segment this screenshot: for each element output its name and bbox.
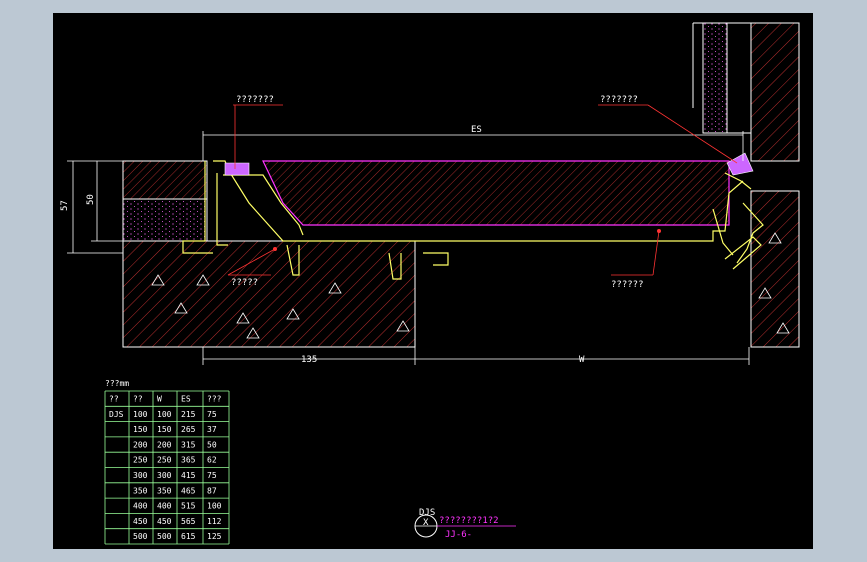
table-header-cell: ?? xyxy=(109,395,119,404)
table-cell: 400 xyxy=(133,502,148,511)
table-cell: 112 xyxy=(207,517,222,526)
dim-w-label: W xyxy=(579,355,585,365)
table-cell: 465 xyxy=(181,486,196,495)
title-sheet: JJ-6- xyxy=(445,530,472,540)
table-caption: ???mm xyxy=(105,379,129,388)
callout-bottom-left: ????? xyxy=(231,278,258,288)
title-text: ????????1?2 xyxy=(439,516,499,526)
table-cell: 265 xyxy=(181,425,196,434)
title-code: DJS xyxy=(419,508,435,518)
table-cell: 450 xyxy=(157,517,172,526)
table-cell: 62 xyxy=(207,456,217,465)
concrete-slab-left xyxy=(122,240,416,348)
callout-top-right: ??????? xyxy=(600,95,638,105)
table-cell: 500 xyxy=(157,532,172,541)
callout-bottom-right: ?????? xyxy=(611,280,644,290)
cad-drawing: ES 57 50 135 W ??????? ??????? ????? ???… xyxy=(60,22,800,545)
table-cell: 350 xyxy=(133,486,148,495)
table-cell: 315 xyxy=(181,440,196,449)
table-cell: 75 xyxy=(207,410,217,419)
table-cell: 50 xyxy=(207,440,217,449)
cover-plate xyxy=(262,160,730,226)
table-cell: DJS xyxy=(109,410,124,419)
table-cell: 215 xyxy=(181,410,196,419)
dim-57-label: 57 xyxy=(60,200,70,211)
table-cell: 87 xyxy=(207,486,217,495)
table-cell: 365 xyxy=(181,456,196,465)
table-cell: 400 xyxy=(157,502,172,511)
table-cell: 615 xyxy=(181,532,196,541)
dim-es-label: ES xyxy=(471,125,482,135)
dim-135-label: 135 xyxy=(301,355,317,365)
table-cell: 150 xyxy=(133,425,148,434)
title-mark: X xyxy=(423,518,429,528)
table-cell: 515 xyxy=(181,502,196,511)
table-cell: 125 xyxy=(207,532,222,541)
table-cell: 150 xyxy=(157,425,172,434)
table-header-cell: ?? xyxy=(133,395,143,404)
dim-50-label: 50 xyxy=(86,194,96,205)
table-cell: 75 xyxy=(207,471,217,480)
table-header-cell: ??? xyxy=(207,395,222,404)
table-cell: 415 xyxy=(181,471,196,480)
table-cell: 100 xyxy=(157,410,172,419)
title-block: DJS ????????1?2 JJ-6- X xyxy=(414,508,516,540)
table-cell: 100 xyxy=(207,502,222,511)
table-cell: 250 xyxy=(133,456,148,465)
table-cell: 100 xyxy=(133,410,148,419)
table-cell: 450 xyxy=(133,517,148,526)
table-cell: 565 xyxy=(181,517,196,526)
table-cell: 200 xyxy=(157,440,172,449)
table-cell: 350 xyxy=(157,486,172,495)
table-cell: 200 xyxy=(133,440,148,449)
table-header-cell: W xyxy=(157,395,162,404)
callout-top-left: ??????? xyxy=(236,95,274,105)
drawing-canvas: ES 57 50 135 W ??????? ??????? ????? ???… xyxy=(53,13,813,549)
table-cell: 37 xyxy=(207,425,217,434)
table-cell: 300 xyxy=(133,471,148,480)
table-cell: 500 xyxy=(133,532,148,541)
table-cell: 300 xyxy=(157,471,172,480)
size-table: ???? W ES ??? DJS 100 100 215 75 150 150 265 37 200 20… xyxy=(104,390,230,545)
table-cell: 250 xyxy=(157,456,172,465)
table-header-cell: ES xyxy=(181,395,191,404)
floor-finish-left xyxy=(122,160,208,242)
